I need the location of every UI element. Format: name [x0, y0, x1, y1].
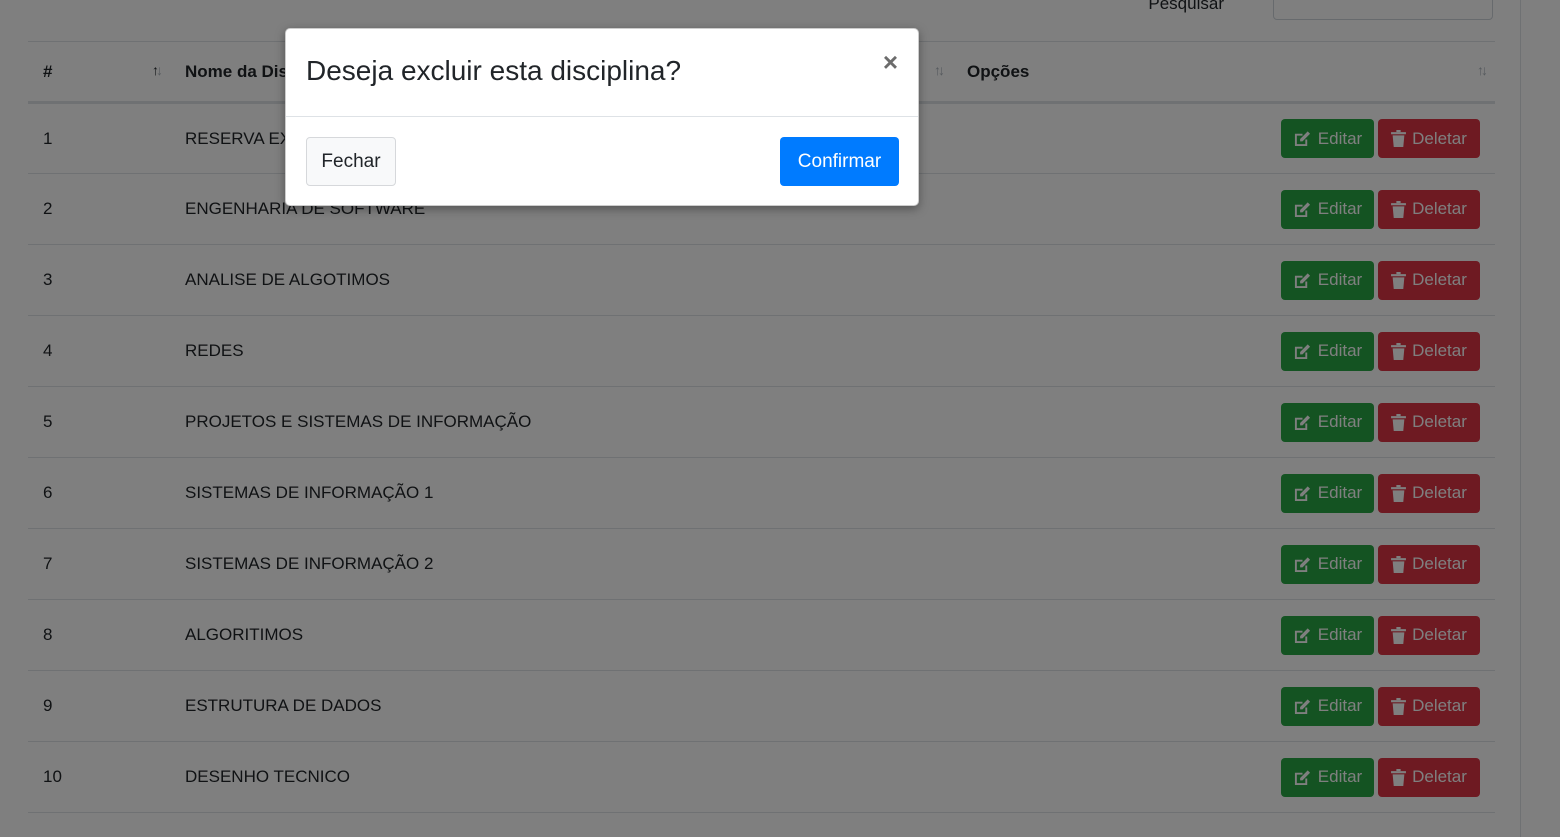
- modal-header: Deseja excluir esta disciplina? ×: [286, 29, 918, 117]
- page: Pesquisar # ↑↓ Nome da Disciplina ↑↓ Opç…: [0, 0, 1560, 837]
- delete-confirm-modal: Deseja excluir esta disciplina? × Fechar…: [285, 28, 919, 206]
- confirm-button[interactable]: Confirmar: [780, 137, 899, 186]
- modal-footer: Fechar Confirmar: [286, 117, 918, 205]
- close-button[interactable]: Fechar: [306, 137, 396, 186]
- close-icon[interactable]: ×: [883, 49, 898, 75]
- modal-title: Deseja excluir esta disciplina?: [306, 55, 682, 86]
